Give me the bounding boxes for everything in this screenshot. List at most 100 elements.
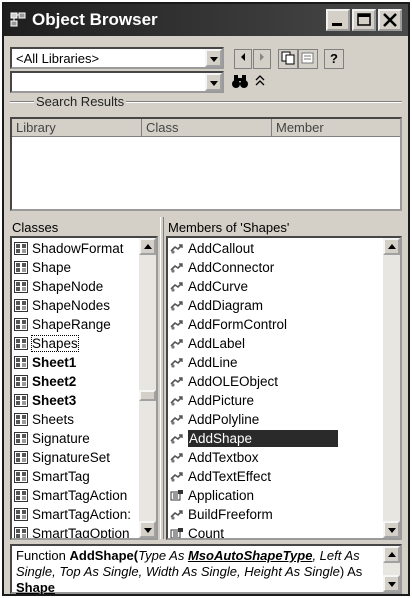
class-list-item[interactable]: Signature xyxy=(14,429,90,448)
member-list-item[interactable]: AddOLEObject xyxy=(170,372,278,391)
member-list-item[interactable]: AddCurve xyxy=(170,277,248,296)
class-item-label: SignatureSet xyxy=(32,450,111,465)
member-list-item[interactable]: AddLine xyxy=(170,353,238,372)
class-icon xyxy=(14,260,28,274)
class-icon xyxy=(14,526,28,538)
member-item-label: Count xyxy=(188,526,225,540)
close-icon xyxy=(383,13,397,27)
member-list-item[interactable]: AddTextEffect xyxy=(170,467,271,486)
maximize-button[interactable] xyxy=(352,9,376,31)
copy-to-clipboard-button[interactable] xyxy=(278,49,298,69)
signature-type-link[interactable]: MsoAutoShapeType xyxy=(188,548,312,563)
class-list-item[interactable]: SmartTagOption xyxy=(14,524,130,540)
members-scrollbar[interactable] xyxy=(383,238,400,538)
column-header-member[interactable]: Member xyxy=(272,119,400,137)
go-forward-button[interactable] xyxy=(253,49,271,69)
class-icon xyxy=(14,355,28,369)
title-bar[interactable]: Object Browser xyxy=(4,4,408,36)
class-icon xyxy=(14,298,28,312)
method-icon xyxy=(170,507,184,520)
classes-list[interactable]: SmartTagOption SmartTagAction: SmartTagAct… xyxy=(10,236,158,540)
library-combo[interactable]: <All Libraries> xyxy=(10,47,224,69)
class-list-item[interactable]: SignatureSet xyxy=(14,448,110,467)
classes-scroll-down-button[interactable] xyxy=(139,521,156,538)
class-list-item[interactable]: ShadowFormat xyxy=(14,239,124,258)
binoculars-icon xyxy=(232,75,248,88)
member-list-item[interactable]: AddTextbox xyxy=(170,448,259,467)
view-definition-button[interactable] xyxy=(298,49,318,69)
signature-return-type-link[interactable]: Shape xyxy=(16,580,55,595)
property-icon xyxy=(170,488,184,501)
member-list-item[interactable]: AddPicture xyxy=(170,391,254,410)
go-back-button[interactable] xyxy=(234,49,252,69)
library-dropdown-button[interactable] xyxy=(205,49,222,67)
class-list-item[interactable]: SmartTag xyxy=(14,467,90,486)
class-list-item[interactable]: Sheets xyxy=(14,410,74,429)
class-item-label: ShapeRange xyxy=(32,317,111,332)
class-list-item[interactable]: Shape xyxy=(14,258,71,277)
member-list-item[interactable]: AddCallout xyxy=(170,239,254,258)
member-item-label: AddLine xyxy=(188,355,238,370)
class-item-label: SmartTagOption xyxy=(32,526,130,540)
member-list-item[interactable]: AddDiagram xyxy=(170,296,263,315)
class-list-item[interactable]: SmartTagAction: xyxy=(14,505,131,524)
classes-scroll-thumb[interactable] xyxy=(139,390,156,401)
pane-splitter[interactable] xyxy=(160,217,164,539)
search-button[interactable] xyxy=(230,72,250,92)
column-header-class[interactable]: Class xyxy=(142,119,272,137)
member-item-label: Application xyxy=(188,488,255,503)
search-results-list[interactable]: Library Class Member xyxy=(10,117,402,211)
member-list-item[interactable]: AddLabel xyxy=(170,334,245,353)
member-list-item[interactable]: Application xyxy=(170,486,254,505)
class-list-item[interactable]: ShapeRange xyxy=(14,315,111,334)
search-text-combo[interactable] xyxy=(10,71,224,93)
window-title: Object Browser xyxy=(32,10,158,29)
class-item-label: ShadowFormat xyxy=(32,241,124,256)
maximize-icon xyxy=(357,13,371,26)
class-list-item[interactable]: Sheet1 xyxy=(14,353,76,372)
method-icon xyxy=(170,336,184,349)
member-list-item[interactable]: AddFormControl xyxy=(170,315,287,334)
class-item-label: Shape xyxy=(32,260,72,275)
member-list-item[interactable]: AddShape xyxy=(170,429,339,448)
class-icon xyxy=(14,469,28,483)
minimize-button[interactable] xyxy=(326,9,350,31)
close-button[interactable] xyxy=(378,9,402,31)
class-list-item[interactable]: ShapeNodes xyxy=(14,296,110,315)
class-list-item[interactable]: Sheet3 xyxy=(14,391,76,410)
copy-icon xyxy=(281,51,295,65)
class-list-item[interactable]: SmartTagAction xyxy=(14,486,127,505)
classes-scroll-up-button[interactable] xyxy=(139,238,156,255)
show-hide-search-results-button[interactable] xyxy=(250,72,270,92)
member-item-label: AddFormControl xyxy=(188,317,288,332)
classes-scrollbar[interactable] xyxy=(139,238,156,538)
class-icon xyxy=(14,374,28,388)
class-list-item[interactable]: ShapeNode xyxy=(14,277,103,296)
method-icon xyxy=(170,355,184,368)
members-scroll-track[interactable] xyxy=(383,255,400,521)
members-scroll-down-button[interactable] xyxy=(383,521,400,538)
column-header-library[interactable]: Library xyxy=(12,119,142,137)
class-icon xyxy=(14,450,28,464)
class-list-item[interactable]: Shapes xyxy=(14,334,79,353)
details-scroll-up-button[interactable] xyxy=(383,546,400,563)
method-icon xyxy=(170,431,184,444)
double-chevron-up-icon xyxy=(255,75,265,86)
class-list-item[interactable]: Sheet2 xyxy=(14,372,76,391)
member-list-item[interactable]: AddPolyline xyxy=(170,410,259,429)
search-dropdown-button[interactable] xyxy=(205,73,222,91)
member-list-item[interactable]: Count xyxy=(170,524,225,540)
class-item-label: SmartTag xyxy=(32,469,90,484)
details-scrollbar[interactable] xyxy=(383,546,400,592)
member-item-label: AddShape xyxy=(188,430,339,447)
method-icon xyxy=(170,241,184,254)
help-button[interactable]: ? xyxy=(324,49,344,69)
signature-member-name: AddShape( xyxy=(69,548,139,563)
details-scroll-down-button[interactable] xyxy=(383,575,400,592)
member-list-item[interactable]: BuildFreeform xyxy=(170,505,273,524)
members-scroll-up-button[interactable] xyxy=(383,238,400,255)
member-list-item[interactable]: AddConnector xyxy=(170,258,274,277)
minimize-icon xyxy=(332,23,342,26)
class-icon xyxy=(14,431,28,445)
members-list[interactable]: Count BuildFreeform Application AddTextEffe… xyxy=(166,236,402,540)
